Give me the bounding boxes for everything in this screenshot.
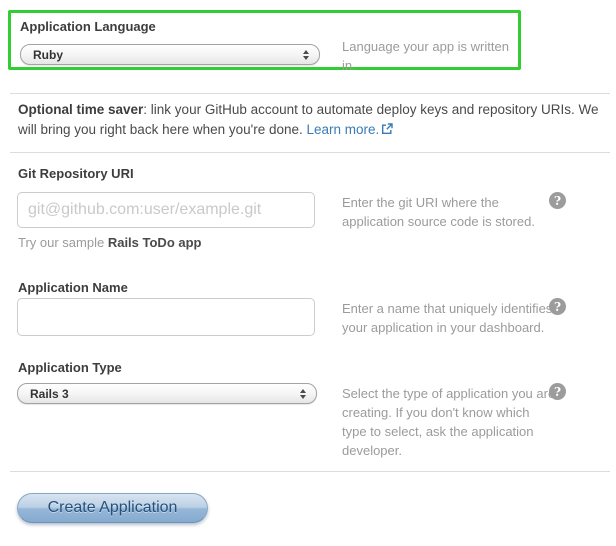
application-type-label: Application Type xyxy=(18,360,616,376)
application-name-label: Application Name xyxy=(18,280,616,296)
application-language-label: Application Language xyxy=(20,19,156,35)
sample-app-link[interactable]: Rails ToDo app xyxy=(108,235,202,250)
application-type-helper: Select the type of application you are c… xyxy=(342,384,557,460)
create-application-button[interactable]: Create Application xyxy=(17,493,208,523)
application-language-helper: Language your app is written in. xyxy=(342,37,518,75)
divider xyxy=(10,152,610,153)
application-language-select[interactable]: Ruby xyxy=(20,44,320,65)
git-repo-uri-label: Git Repository URI xyxy=(18,166,616,182)
git-repo-uri-input[interactable] xyxy=(17,192,315,228)
git-repo-uri-row: Enter the git URI where the application … xyxy=(17,192,616,228)
help-icon[interactable]: ? xyxy=(549,383,566,400)
application-type-row: Rails 3 Select the type of application y… xyxy=(17,383,616,459)
language-highlight-box: Application Language Ruby Language your … xyxy=(8,10,521,70)
application-name-helper: Enter a name that uniquely identifies yo… xyxy=(342,299,557,337)
application-name-row: Enter a name that uniquely identifies yo… xyxy=(17,298,616,336)
help-icon[interactable]: ? xyxy=(549,298,566,315)
github-notice: Optional time saver: link your GitHub ac… xyxy=(18,100,608,141)
application-type-select-value: Rails 3 xyxy=(30,387,300,401)
external-link-icon xyxy=(381,121,393,141)
select-stepper-icon xyxy=(303,50,309,60)
application-name-input[interactable] xyxy=(17,298,315,336)
select-stepper-icon xyxy=(300,389,306,399)
notice-lead-bold: Optional time saver xyxy=(18,102,143,117)
help-icon[interactable]: ? xyxy=(549,192,566,209)
learn-more-link[interactable]: Learn more. xyxy=(307,122,380,137)
divider xyxy=(10,471,610,472)
application-language-select-value: Ruby xyxy=(33,48,303,62)
divider xyxy=(10,93,610,94)
sample-prefix: Try our sample xyxy=(18,235,108,250)
sample-app-line: Try our sample Rails ToDo app xyxy=(18,236,616,250)
application-type-select[interactable]: Rails 3 xyxy=(17,383,317,404)
git-repo-uri-helper: Enter the git URI where the application … xyxy=(342,193,557,231)
